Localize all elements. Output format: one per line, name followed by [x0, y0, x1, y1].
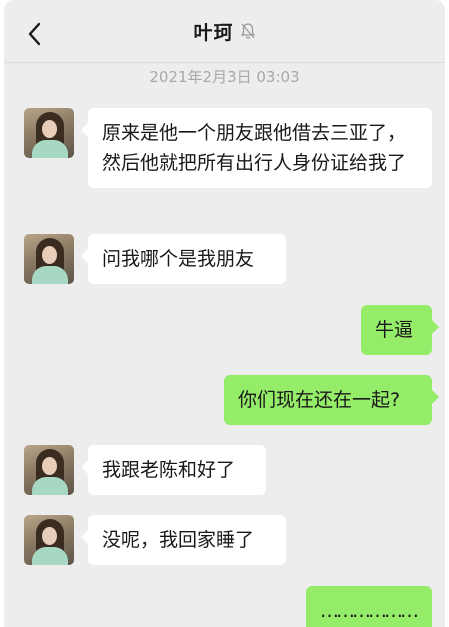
- incoming-message-bubble[interactable]: 我跟老陈和好了: [81, 445, 266, 495]
- message-timestamp: 2021年2月3日 03:03: [149, 68, 300, 86]
- bell-off-icon: [240, 23, 255, 39]
- chevron-left-icon: [28, 22, 41, 46]
- back-button[interactable]: [24, 20, 46, 48]
- incoming-message-bubble[interactable]: 没呢，我回家睡了: [81, 515, 286, 565]
- outgoing-message-bubble[interactable]: 你们现在还在一起?: [224, 375, 439, 425]
- contact-avatar[interactable]: [24, 445, 74, 495]
- incoming-message-bubble[interactable]: 原来是他一个朋友跟他借去三亚了，然后他就把所有出行人身份证给我了: [81, 108, 432, 188]
- contact-avatar[interactable]: [24, 108, 74, 158]
- contact-avatar[interactable]: [24, 234, 74, 284]
- incoming-message-bubble[interactable]: 问我哪个是我朋友: [81, 234, 286, 284]
- contact-avatar[interactable]: [24, 515, 74, 565]
- outgoing-message-bubble[interactable]: 牛逼: [361, 305, 439, 355]
- chat-title: 叶珂: [193, 21, 234, 44]
- chat-header: 叶珂: [4, 0, 445, 63]
- outgoing-message-bubble[interactable]: ………………: [306, 586, 432, 627]
- chat-screen: 叶珂 2021年2月3日 03:03 原来是他一个朋友跟他借去三亚了，然后他就把…: [4, 0, 445, 627]
